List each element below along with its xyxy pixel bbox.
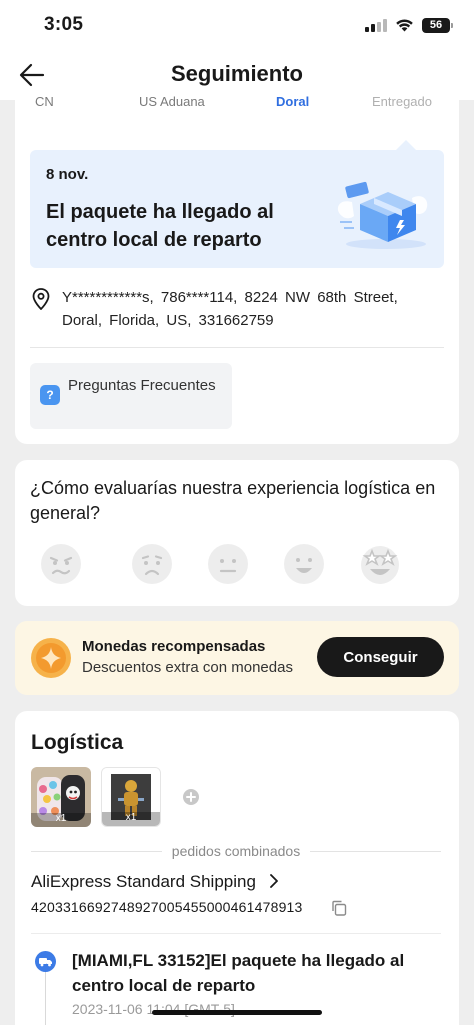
get-coins-button[interactable]: Conseguir <box>317 637 444 677</box>
status-text: El paquete ha llegado al centro local de… <box>46 201 274 251</box>
add-icon[interactable] <box>183 789 199 805</box>
combined-orders-divider: pedidos combinados <box>31 842 442 860</box>
latest-status-box: 8 nov. El paquete ha llegado al centro l… <box>30 140 444 268</box>
carrier-link[interactable]: AliExpress Standard Shipping <box>31 872 279 892</box>
rating-faces <box>40 543 440 585</box>
logistics-card: Logística x1 x1 pedidos combinados AliEx… <box>15 711 459 1025</box>
happy-face-icon[interactable] <box>283 543 325 585</box>
coins-banner: Monedas recompensadas Descuentos extra c… <box>15 621 459 695</box>
faq-button[interactable]: ? Preguntas Frecuentes <box>30 363 232 429</box>
rating-question: ¿Cómo evaluarías nuestra experiencia log… <box>30 478 436 523</box>
timeline-event-text: [MIAMI,FL 33152]El paquete ha llegado al… <box>72 951 405 995</box>
location-pin-icon <box>32 288 50 310</box>
carrier-name: AliExpress Standard Shipping <box>31 872 256 891</box>
step-doral: Doral <box>276 96 310 109</box>
wifi-icon <box>396 19 413 32</box>
item-quantity: x1 <box>102 812 160 826</box>
coins-subtitle: Descuentos extra con monedas <box>82 659 293 676</box>
timeline-line <box>45 971 46 1025</box>
step-us-aduana: US Aduana <box>139 96 205 109</box>
question-icon: ? <box>40 385 60 405</box>
logistics-rating-card: ¿Cómo evaluarías nuestra experiencia log… <box>15 460 459 606</box>
page-title: Seguimiento <box>170 61 303 86</box>
tracking-number: 42033166927489270054550004614789​13 <box>31 899 303 915</box>
item-quantity: x1 <box>31 813 91 827</box>
tracking-status-card: CN US Aduana Doral Entregado 8 nov. El p… <box>15 96 459 444</box>
battery-icon: 56 <box>422 17 453 33</box>
cellular-signal-icon <box>365 18 387 32</box>
status-icons: 56 <box>365 16 453 34</box>
sad-face-icon[interactable] <box>131 543 173 585</box>
step-cn: CN <box>35 96 54 109</box>
address-text: Y************s, 786****114, 8224 NW 68th… <box>62 289 398 329</box>
nav-bar: Seguimiento <box>0 50 474 100</box>
step-entregado: Entregado <box>372 96 432 109</box>
divider <box>31 933 441 934</box>
status-date: 8 nov. <box>46 166 89 183</box>
combined-orders-label: pedidos combinados <box>171 843 301 859</box>
coin-icon <box>31 638 71 678</box>
copy-icon[interactable] <box>331 900 347 916</box>
status-bar: 3:05 56 <box>0 0 474 50</box>
star-struck-face-icon[interactable] <box>359 543 401 585</box>
progress-steps: CN US Aduana Doral Entregado <box>15 96 459 116</box>
divider <box>30 347 444 348</box>
product-thumbnail[interactable]: x1 <box>101 767 161 827</box>
truck-icon <box>35 951 56 972</box>
faq-label: Preguntas Frecuentes <box>68 377 216 394</box>
package-box-icon <box>337 181 428 249</box>
product-thumbnail[interactable]: x1 <box>31 767 91 827</box>
chevron-right-icon <box>269 874 278 888</box>
clock: 3:05 <box>44 14 84 35</box>
logistics-title: Logística <box>31 731 124 754</box>
delivery-address: Y************s, 786****114, 8224 NW 68th… <box>30 286 444 336</box>
product-thumbnails: x1 x1 <box>31 767 231 827</box>
angry-face-icon[interactable] <box>40 543 82 585</box>
coins-title: Monedas recompensadas <box>82 638 266 655</box>
neutral-face-icon[interactable] <box>207 543 249 585</box>
home-indicator <box>152 1010 322 1015</box>
